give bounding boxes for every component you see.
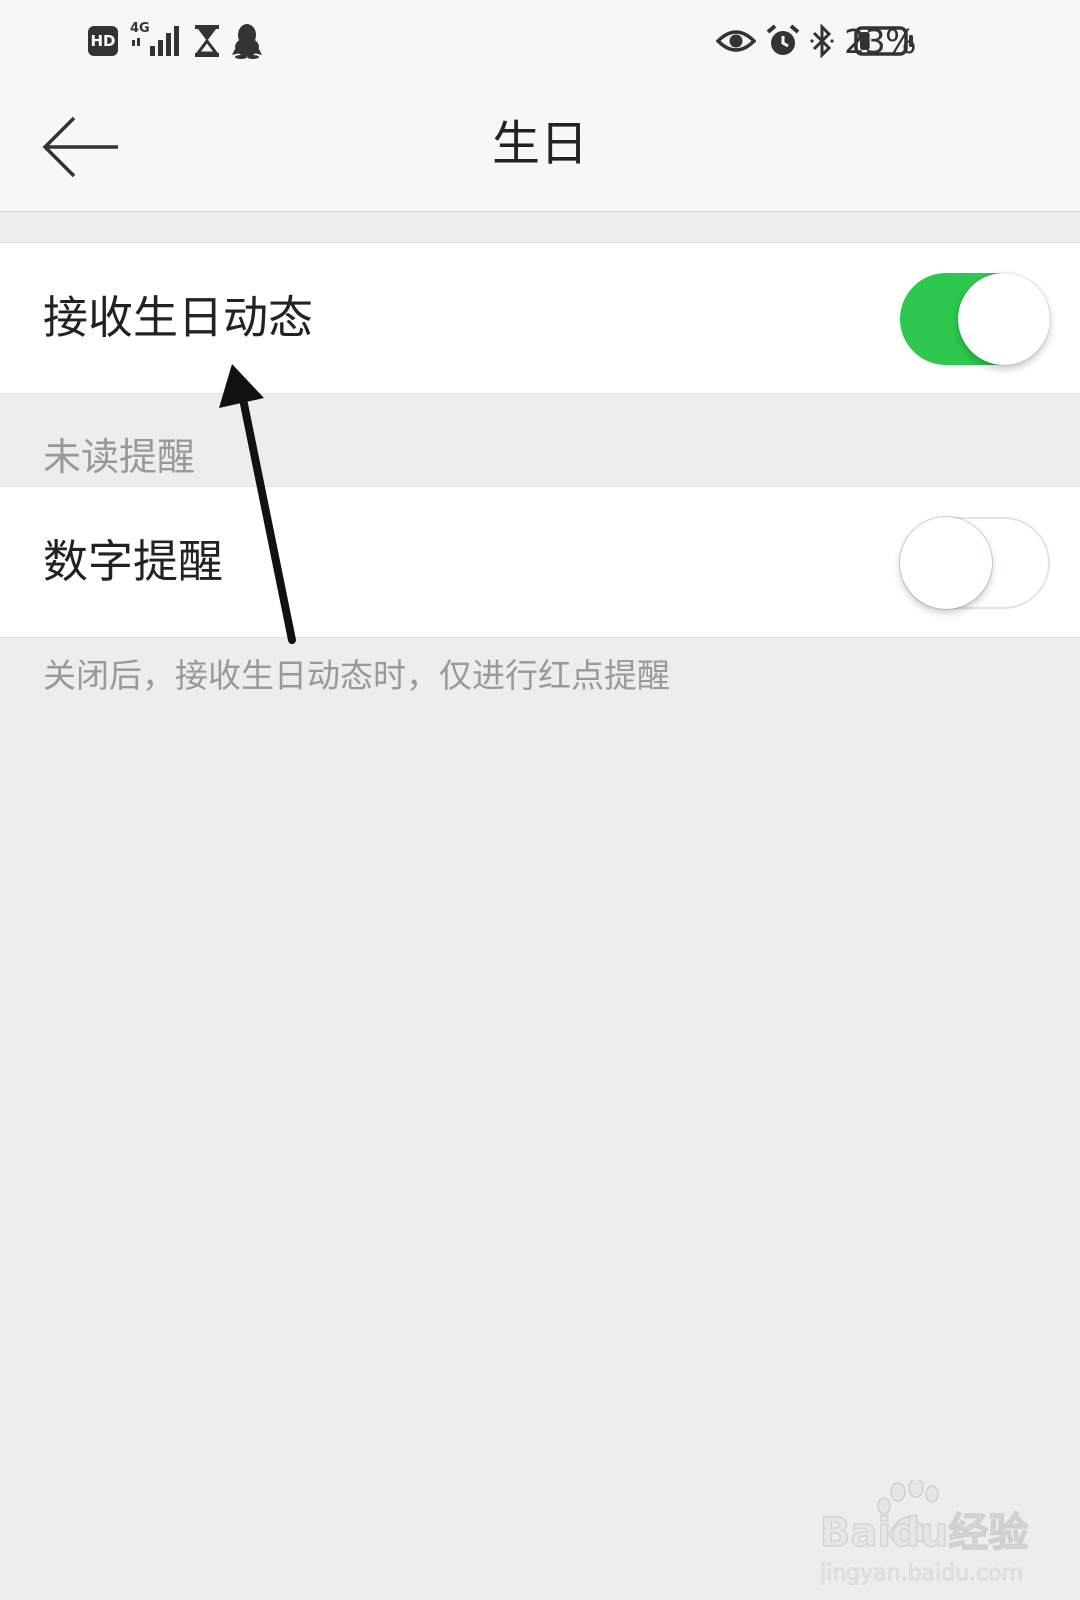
status-left-icons: HD 4G [88, 22, 262, 60]
hd-icon: HD [88, 26, 118, 56]
battery-icon [854, 26, 914, 60]
qq-penguin-icon [232, 24, 262, 59]
receive-birthday-toggle[interactable] [900, 273, 1050, 365]
setting-footnote: 关闭后，接收生日动态时，仅进行红点提醒 [43, 656, 670, 695]
page-title: 生日 [491, 116, 588, 172]
signal-4g-icon: 4G [130, 22, 182, 60]
watermark-brand: Baidu经验 [820, 1510, 1028, 1556]
section-header-unread: 未读提醒 [43, 435, 196, 479]
baidu-watermark: Baidu经验 jingyan.baidu.com [819, 1478, 1050, 1590]
toggle-knob [900, 517, 992, 609]
baidu-paw-logo: Baidu经验 jingyan.baidu.com [819, 1478, 1029, 1586]
number-reminder-toggle[interactable] [900, 517, 1050, 609]
setting-number-reminder: 数字提醒 [0, 486, 1080, 638]
watermark-url: jingyan.baidu.com [820, 1561, 1023, 1586]
bluetooth-icon [810, 24, 834, 58]
alarm-icon [766, 24, 800, 55]
setting-label: 接收生日动态 [43, 291, 314, 344]
nav-header: 生日 [0, 82, 1080, 212]
status-bar: HD 4G 23% [0, 0, 1080, 82]
setting-receive-birthday: 接收生日动态 [0, 242, 1080, 394]
toggle-knob [958, 273, 1050, 365]
setting-label: 数字提醒 [43, 535, 224, 588]
eye-icon [716, 30, 757, 52]
hourglass-icon [195, 25, 219, 57]
annotation-arrow [219, 364, 296, 644]
